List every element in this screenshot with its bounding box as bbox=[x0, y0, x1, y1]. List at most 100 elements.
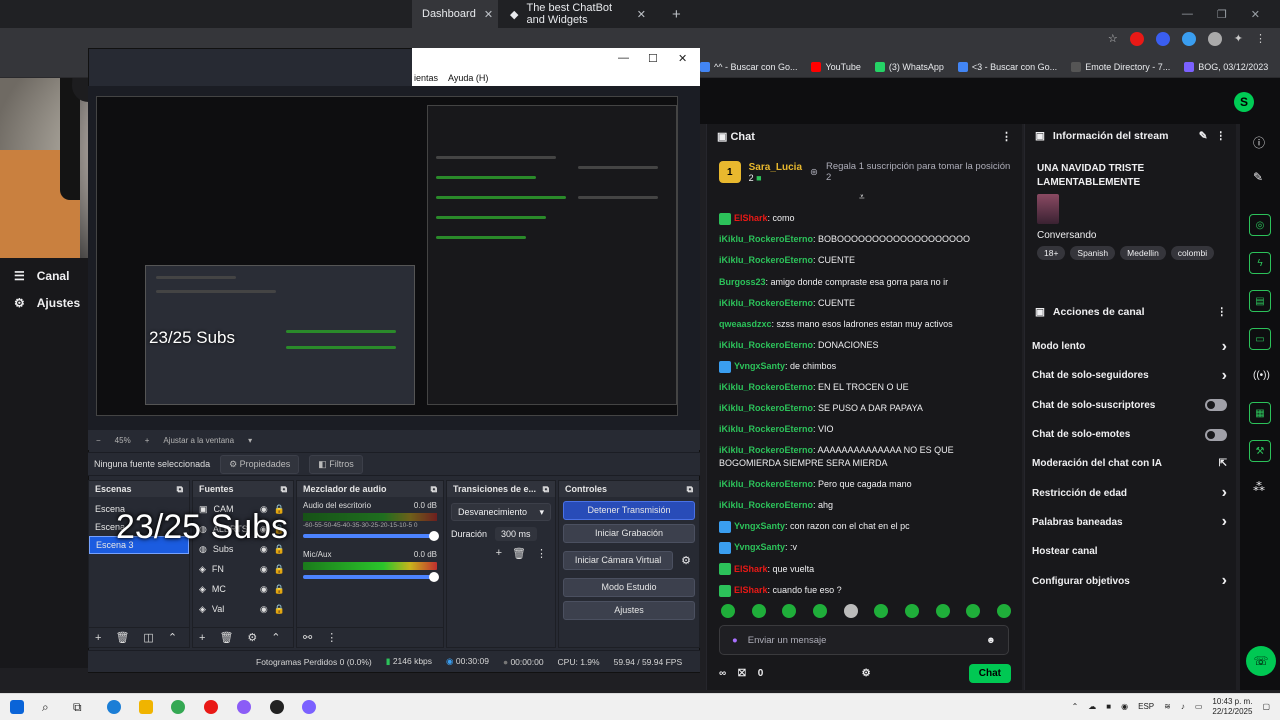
properties-button[interactable]: ⚙ Propiedades bbox=[220, 454, 300, 474]
tag-chip[interactable]: 18+ bbox=[1037, 246, 1066, 260]
close-icon[interactable]: ✕ bbox=[678, 52, 687, 65]
add-icon[interactable]: + bbox=[199, 632, 205, 644]
dock-undock-icon[interactable]: ⧉ bbox=[543, 484, 549, 495]
zoom-in-icon[interactable]: + bbox=[145, 436, 150, 445]
new-tab-button[interactable]: + bbox=[662, 0, 682, 28]
minimize-icon[interactable]: — bbox=[1182, 8, 1193, 20]
document-icon[interactable]: ▤ bbox=[1249, 290, 1271, 312]
emote-icon[interactable] bbox=[751, 604, 766, 618]
dock-undock-icon[interactable]: ⧉ bbox=[177, 484, 183, 495]
chevron-up-icon[interactable]: ⌃ bbox=[1072, 702, 1079, 711]
app-icon[interactable] bbox=[237, 700, 251, 714]
dock-undock-icon[interactable]: ⧉ bbox=[687, 484, 693, 495]
cloud-icon[interactable]: ☁ bbox=[1088, 702, 1096, 711]
gear-icon[interactable]: ⚙ bbox=[862, 668, 871, 679]
pencil-icon[interactable]: ✎ bbox=[1199, 130, 1208, 142]
chat-username[interactable]: iKiklu_RockeroEterno bbox=[719, 479, 813, 489]
chat-username[interactable]: YvngxSanty bbox=[734, 361, 785, 371]
chat-username[interactable]: Burgoss23 bbox=[719, 277, 766, 287]
volume-slider[interactable] bbox=[303, 572, 439, 582]
chat-username[interactable]: iKiklu_RockeroEterno bbox=[719, 403, 813, 413]
chat-username[interactable]: iKiklu_RockeroEterno bbox=[719, 382, 813, 392]
volume-slider[interactable] bbox=[303, 531, 439, 541]
bookmark-item[interactable]: BOG, 03/12/2023 bbox=[1184, 61, 1268, 72]
more-icon[interactable]: ⋮ bbox=[1217, 306, 1228, 318]
folder-icon[interactable] bbox=[139, 700, 153, 714]
zoom-mode[interactable]: Ajustar a la ventana bbox=[163, 436, 234, 445]
chevron-up-icon[interactable]: ⌃ bbox=[271, 631, 280, 644]
bookmark-item[interactable]: Emote Directory - 7... bbox=[1071, 61, 1170, 72]
app-tray-icon[interactable]: ■ bbox=[1106, 702, 1111, 711]
close-icon[interactable]: ✕ bbox=[637, 8, 646, 21]
wifi-icon[interactable]: ≋ bbox=[1164, 702, 1171, 711]
more-icon[interactable]: ⋮ bbox=[1216, 130, 1227, 142]
tag-chip[interactable]: Spanish bbox=[1070, 246, 1116, 260]
search-icon[interactable]: ⌕ bbox=[42, 700, 56, 714]
trash-icon[interactable]: 🗑 bbox=[512, 547, 526, 560]
chat-username[interactable]: YvngxSanty bbox=[734, 521, 785, 531]
tag-chip[interactable]: colombi bbox=[1170, 246, 1215, 260]
bookmark-item[interactable]: (3) WhatsApp bbox=[874, 61, 944, 72]
obs-preview[interactable] bbox=[88, 86, 700, 430]
toggle-switch[interactable] bbox=[1205, 428, 1227, 441]
emote-icon[interactable] bbox=[966, 604, 981, 618]
start-recording-button[interactable]: Iniciar Grabación bbox=[563, 524, 695, 543]
source-item[interactable]: ◈ Val ◉ 🔒 bbox=[193, 599, 293, 619]
gear-icon[interactable]: ⚙ bbox=[247, 631, 257, 644]
support-button[interactable]: ☏ bbox=[1246, 646, 1276, 676]
tag-chip[interactable]: Medellin bbox=[1120, 246, 1166, 260]
tab-dashboard[interactable]: Dashboard ✕ bbox=[412, 0, 498, 28]
emote-icon[interactable] bbox=[721, 604, 735, 618]
chat-username[interactable]: iKiklu_RockeroEterno bbox=[719, 340, 813, 350]
app-tray-icon[interactable]: ◉ bbox=[1121, 702, 1128, 711]
emote-icon[interactable] bbox=[904, 604, 919, 618]
more-icon[interactable]: ⋮ bbox=[326, 631, 337, 644]
source-item[interactable]: ◈ MC ◉ 🔒 bbox=[193, 579, 293, 599]
menu-icon[interactable]: ⋮ bbox=[1255, 32, 1266, 46]
chat-send-button[interactable]: Chat bbox=[968, 663, 1011, 683]
expand-icon[interactable]: ⩡ bbox=[859, 192, 865, 203]
channel-action-item[interactable]: Restricción de edad › bbox=[1025, 478, 1237, 507]
filter-icon[interactable]: ◫ bbox=[143, 631, 153, 644]
gift-icon[interactable]: ⛝ bbox=[738, 668, 746, 679]
source-item[interactable]: ◈ FN ◉ 🔒 bbox=[193, 559, 293, 579]
emote-icon[interactable] bbox=[874, 604, 889, 618]
extension-icon[interactable] bbox=[1181, 32, 1196, 46]
info-icon[interactable]: ⓘ bbox=[1253, 134, 1265, 151]
lock-icon[interactable]: 🔒 bbox=[274, 604, 285, 615]
lock-icon[interactable]: 🔒 bbox=[274, 584, 285, 595]
chat-username[interactable]: iKiklu_RockeroEterno bbox=[719, 234, 813, 244]
tab-chatbot[interactable]: ◆ The best ChatBot and Widgets ✕ bbox=[500, 0, 656, 28]
channel-points-icon[interactable]: ∞ bbox=[719, 668, 726, 679]
extension-icon[interactable] bbox=[1207, 32, 1222, 46]
settings-button[interactable]: Ajustes bbox=[563, 601, 695, 620]
battery-icon[interactable]: ▭ bbox=[1195, 702, 1203, 711]
edge-icon[interactable] bbox=[107, 700, 121, 714]
emote-icon[interactable] bbox=[935, 604, 950, 618]
channel-action-item[interactable]: Hostear canal bbox=[1025, 537, 1237, 566]
chat-input[interactable]: ● Enviar un mensaje ☻ bbox=[719, 625, 1009, 655]
start-icon[interactable] bbox=[10, 700, 24, 714]
emote-icon[interactable] bbox=[782, 604, 797, 618]
more-icon[interactable]: ⋮ bbox=[536, 547, 547, 560]
chat-username[interactable]: ElShark bbox=[734, 585, 768, 595]
link-icon[interactable]: ⚯ bbox=[303, 631, 312, 644]
task-view-icon[interactable]: ⧉ bbox=[73, 700, 87, 714]
wrench-icon[interactable]: ⚒ bbox=[1249, 440, 1271, 462]
close-icon[interactable]: ✕ bbox=[484, 8, 493, 21]
emoji-icon[interactable]: ☻ bbox=[986, 635, 996, 646]
channel-action-item[interactable]: Modo lento › bbox=[1025, 332, 1237, 361]
mic-icon[interactable]: ● bbox=[732, 635, 738, 646]
virtual-camera-button[interactable]: Iniciar Cámara Virtual bbox=[563, 551, 674, 570]
more-icon[interactable]: ⋮ bbox=[1001, 130, 1012, 143]
close-icon[interactable]: ✕ bbox=[1251, 8, 1260, 21]
menu-item-canal[interactable]: ☰ Canal bbox=[14, 269, 69, 283]
chat-username[interactable]: ElShark bbox=[734, 213, 768, 223]
dock-undock-icon[interactable]: ⧉ bbox=[281, 484, 287, 495]
filters-button[interactable]: ◧ Filtros bbox=[309, 454, 363, 474]
gear-icon[interactable]: ⚙ bbox=[673, 554, 699, 567]
hype-pinned-banner[interactable]: 1 Sara_Lucia 2 ■ ⊛ Regala 1 suscripción … bbox=[719, 158, 1015, 186]
channel-action-item[interactable]: Chat de solo-seguidores › bbox=[1025, 361, 1237, 390]
notification-icon[interactable]: ▢ bbox=[1262, 702, 1270, 711]
eye-icon[interactable]: ◉ bbox=[260, 604, 268, 615]
